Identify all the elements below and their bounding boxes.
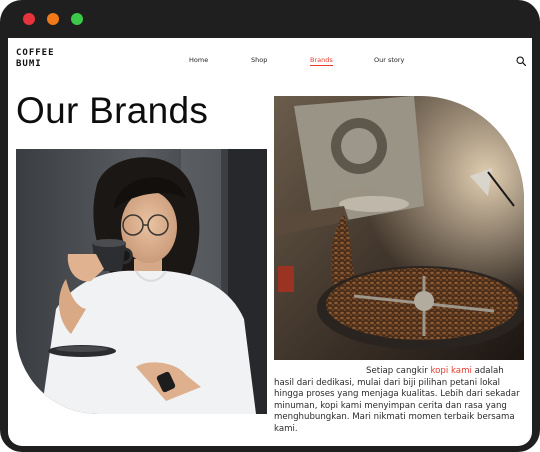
nav-shop[interactable]: Shop: [251, 56, 267, 64]
page-screen: COFFEE BUMI Home Shop Brands Our story O…: [8, 38, 532, 446]
browser-frame: COFFEE BUMI Home Shop Brands Our story O…: [0, 0, 540, 452]
description-before: Setiap cangkir: [366, 366, 431, 376]
nav-home[interactable]: Home: [189, 56, 208, 64]
site-logo[interactable]: COFFEE BUMI: [16, 48, 86, 70]
woman-drinking-coffee-photo: [16, 149, 267, 414]
nav-brands[interactable]: Brands: [310, 56, 333, 66]
search-icon[interactable]: [516, 56, 526, 66]
coffee-roaster-photo: [274, 96, 524, 360]
close-window-button[interactable]: [23, 13, 35, 25]
nav-our-story[interactable]: Our story: [374, 56, 404, 64]
logo-line-1: COFFEE: [16, 48, 55, 58]
minimize-window-button[interactable]: [47, 13, 59, 25]
description-highlight: kopi kami: [430, 366, 472, 376]
maximize-window-button[interactable]: [71, 13, 83, 25]
logo-line-2: BUMI: [16, 59, 42, 69]
description-after: adalah hasil dari dedikasi, mulai dari b…: [274, 366, 520, 434]
brand-description: Setiap cangkir kopi kami adalah hasil da…: [274, 366, 524, 436]
page-title: Our Brands: [16, 90, 209, 131]
